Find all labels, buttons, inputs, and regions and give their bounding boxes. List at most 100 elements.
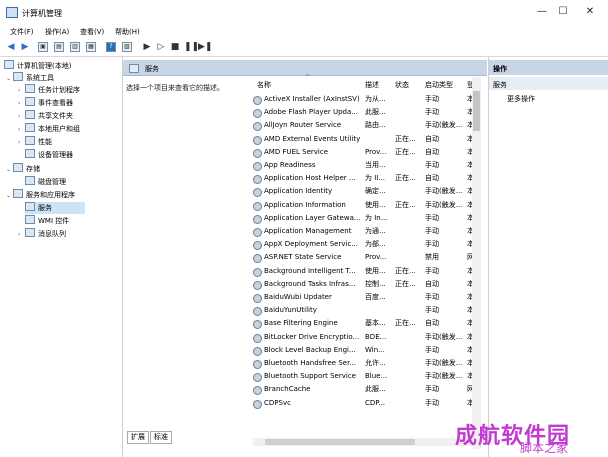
table-row[interactable]: Application Information 使用... 正在... 手动(触发..… (253, 199, 474, 212)
table-row[interactable]: BaiduYunUtility 手动本 (253, 304, 474, 317)
table-row[interactable]: App Readiness 当用... 手动本 (253, 159, 474, 172)
table-row[interactable]: AppX Deployment Servic... 为部... 手动本 (253, 238, 474, 251)
more-actions-link[interactable]: 更多操作 (507, 94, 535, 104)
view-icon[interactable]: ▧ (122, 42, 132, 52)
table-row[interactable]: Background Tasks Infras... 控制... 正在... 自动本 (253, 278, 474, 291)
service-description: Prov... (365, 253, 387, 262)
table-row[interactable]: ASP.NET State Service Prov... 禁用网 (253, 251, 474, 264)
service-status: 正在... (395, 174, 416, 183)
restart-service-icon[interactable]: ▶❚ (198, 42, 212, 52)
disk-icon (25, 176, 35, 185)
table-row[interactable]: Application Management 为通... 手动本 (253, 225, 474, 238)
expand-icon[interactable]: › (18, 137, 25, 149)
tree-wmi[interactable]: WMI 控件 (25, 215, 69, 227)
table-row[interactable]: CDPSvc CDP... 手动本 (253, 397, 474, 410)
gear-icon (253, 333, 262, 343)
table-row[interactable]: Base Filtering Engine 基本... 正在... 自动本 (253, 317, 474, 330)
tree-services[interactable]: 服务 (25, 202, 85, 214)
collapse-icon[interactable]: ⌄ (6, 190, 13, 202)
gear-icon (253, 201, 262, 211)
table-row[interactable]: Adobe Flash Player Upda... 此服... 手动本 (253, 106, 474, 119)
menu-file[interactable]: 文件(F) (10, 27, 34, 37)
service-startup-type: 手动 (425, 385, 439, 394)
tree-system-tools[interactable]: ⌄ 系统工具 (6, 72, 54, 84)
forward-icon[interactable]: ▶ (20, 42, 30, 52)
column-status[interactable]: 状态 (395, 80, 409, 90)
table-row[interactable]: AllJoyn Router Service 路由... 手动(触发... 本 (253, 119, 474, 132)
start-service-icon[interactable]: ▶ (142, 42, 152, 52)
service-startup-type: 手动(触发... (425, 359, 463, 367)
maximize-button[interactable]: ☐ (553, 6, 573, 18)
up-folder-icon[interactable]: ▣ (38, 42, 48, 52)
column-description[interactable]: 描述 (365, 80, 379, 90)
tree-storage[interactable]: ⌄ 存储 (6, 163, 40, 175)
table-row[interactable]: Bluetooth Support Service Blue... 手动(触发...… (253, 370, 474, 383)
tree-root[interactable]: 计算机管理(本地) (4, 60, 71, 72)
service-startup-type: 手动 (425, 266, 439, 275)
table-row[interactable]: AMD FUEL Service Prov... 正在... 自动本 (253, 146, 474, 159)
service-name: Application Host Helper ... (264, 174, 356, 183)
table-row[interactable]: BranchCache 此服... 手动网 (253, 383, 474, 396)
tree-task-scheduler[interactable]: › 任务计划程序 (18, 84, 80, 96)
table-row[interactable]: BitLocker Drive Encryptio... BDE... 手动(触发.… (253, 331, 474, 344)
performance-icon (25, 136, 35, 145)
properties-icon[interactable]: ▦ (86, 42, 96, 52)
service-description: 为通... (365, 227, 386, 235)
tree-message-queue[interactable]: › 消息队列 (18, 228, 66, 240)
minimize-button[interactable]: — (532, 6, 552, 18)
column-startup-type[interactable]: 启动类型 (425, 80, 453, 90)
expand-icon[interactable]: › (18, 98, 25, 110)
show-hide-tree-icon[interactable]: ▤ (54, 42, 64, 52)
table-row[interactable]: Block Level Backup Engi... Win... 手动本 (253, 344, 474, 357)
service-description: 当用... (365, 161, 386, 169)
service-name: Block Level Backup Engi... (264, 345, 356, 354)
table-row[interactable]: Application Host Helper ... 为 II... 正在... 自… (253, 172, 474, 185)
pause-service-icon[interactable]: ❚❚ (184, 42, 199, 52)
expand-icon[interactable]: › (18, 124, 25, 136)
collapse-icon[interactable]: ⌄ (6, 164, 13, 176)
scroll-thumb[interactable] (265, 439, 415, 445)
export-list-icon[interactable]: ▥ (70, 42, 80, 52)
back-icon[interactable]: ◀ (6, 42, 16, 52)
tree-local-users[interactable]: › 本地用户和组 (18, 123, 80, 135)
expand-icon[interactable]: › (18, 85, 25, 97)
service-name: Application Information (264, 200, 346, 209)
expand-icon[interactable]: › (18, 111, 25, 123)
menu-help[interactable]: 帮助(H) (115, 27, 140, 37)
service-startup-type: 手动 (425, 108, 439, 117)
help-icon[interactable]: ? (106, 42, 116, 52)
service-status: 正在... (395, 134, 416, 143)
column-name[interactable]: 名称 (257, 80, 271, 90)
wmi-icon (25, 215, 35, 224)
service-name: App Readiness (264, 161, 316, 169)
stop-service-icon[interactable]: ■ (170, 42, 180, 52)
tree-device-manager[interactable]: 设备管理器 (25, 149, 73, 161)
vertical-scrollbar[interactable] (472, 77, 481, 449)
tree-event-viewer[interactable]: › 事件查看器 (18, 97, 73, 109)
service-startup-type: 手动(触发... (425, 372, 463, 381)
tree-disk-management[interactable]: 磁盘管理 (25, 176, 66, 188)
tab-standard[interactable]: 标准 (150, 431, 172, 444)
horizontal-scrollbar[interactable] (253, 438, 473, 446)
actions-section[interactable]: 服务 (489, 77, 608, 90)
table-row[interactable]: Application Layer Gatewa... 为 In... 手动本 (253, 212, 474, 225)
scroll-thumb[interactable] (473, 91, 480, 131)
table-row[interactable]: Application Identity 确定... 手动(触发... 本 (253, 185, 474, 198)
table-row[interactable]: Background Intelligent T... 使用... 正在... 手动本 (253, 265, 474, 278)
close-button[interactable]: ✕ (580, 6, 600, 18)
service-name: AMD FUEL Service (264, 147, 329, 156)
menu-view[interactable]: 查看(V) (80, 27, 104, 37)
tree-shared-folders[interactable]: › 共享文件夹 (18, 110, 73, 122)
table-row[interactable]: AMD External Events Utility 正在... 自动本 (253, 133, 474, 146)
table-row[interactable]: Bluetooth Handsfree Ser... 允许... 手动(触发... 本 (253, 357, 474, 370)
table-row[interactable]: ActiveX Installer (AxInstSV) 为从... 手动本 (253, 93, 474, 106)
tab-extended[interactable]: 扩展 (127, 431, 149, 444)
collapse-icon[interactable]: ⌄ (6, 73, 13, 85)
start-alt-icon[interactable]: ▷ (156, 42, 166, 52)
menu-action[interactable]: 操作(A) (45, 27, 69, 37)
expand-icon[interactable]: › (18, 229, 25, 241)
tree-performance[interactable]: › 性能 (18, 136, 52, 148)
tree-services-apps[interactable]: ⌄ 服务和应用程序 (6, 189, 75, 201)
service-startup-type: 手动 (425, 213, 439, 222)
table-row[interactable]: BaiduWubi Updater 百度... 手动本 (253, 291, 474, 304)
